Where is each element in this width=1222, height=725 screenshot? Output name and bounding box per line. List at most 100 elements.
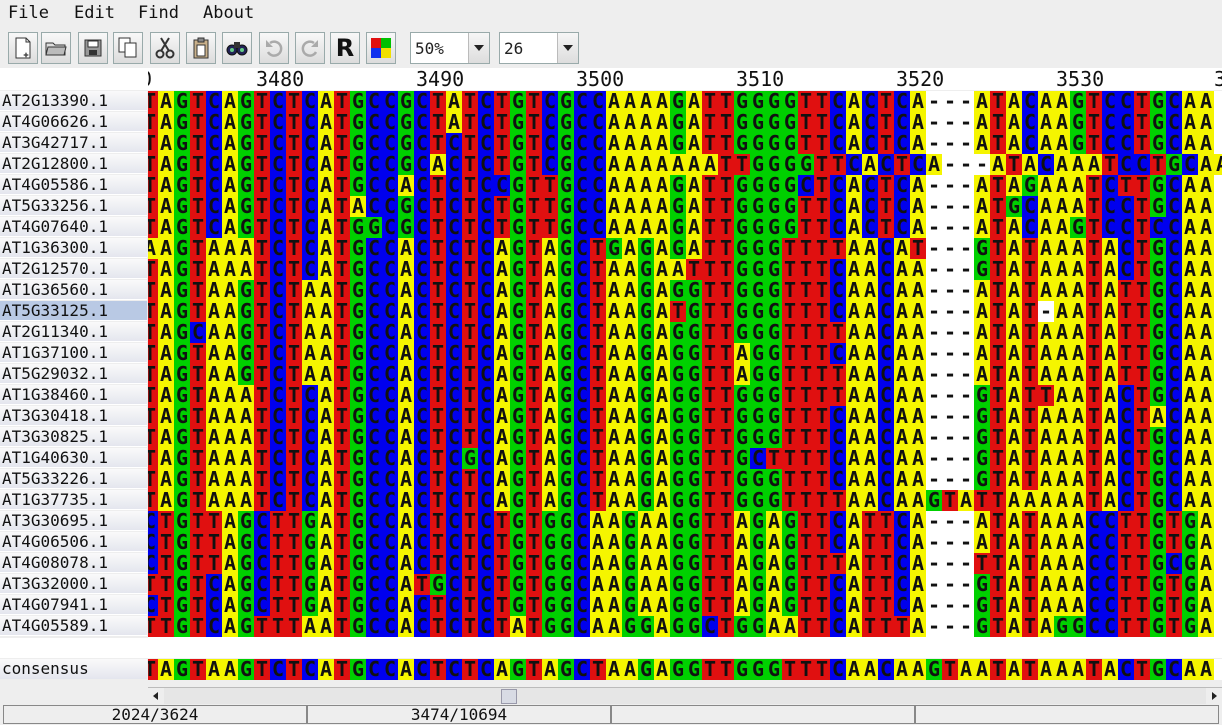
nucleotide-cell[interactable]: T — [526, 301, 542, 322]
nucleotide-cell[interactable]: T — [334, 301, 350, 322]
nucleotide-cell[interactable]: T — [782, 469, 798, 490]
nucleotide-cell[interactable]: A — [590, 595, 606, 616]
nucleotide-cell[interactable]: C — [1118, 490, 1134, 511]
nucleotide-cell[interactable]: T — [190, 301, 206, 322]
nucleotide-cell[interactable]: T — [782, 301, 798, 322]
nucleotide-cell[interactable]: C — [478, 175, 494, 196]
nucleotide-cell[interactable]: C — [382, 595, 398, 616]
nucleotide-cell[interactable]: T — [990, 490, 1006, 511]
nucleotide-cell[interactable]: C — [862, 196, 878, 217]
nucleotide-cell[interactable]: G — [510, 511, 526, 532]
nucleotide-cell[interactable]: A — [846, 217, 862, 238]
nucleotide-cell[interactable]: G — [766, 280, 782, 301]
nucleotide-cell[interactable]: A — [910, 553, 926, 574]
nucleotide-cell[interactable]: A — [910, 175, 926, 196]
nucleotide-cell[interactable]: T — [702, 259, 718, 280]
nucleotide-cell[interactable]: - — [926, 133, 942, 154]
nucleotide-cell[interactable]: G — [734, 259, 750, 280]
nucleotide-cell[interactable]: G — [1150, 322, 1166, 343]
nucleotide-cell[interactable]: A — [1054, 490, 1070, 511]
nucleotide-cell[interactable]: A — [974, 175, 990, 196]
nucleotide-cell[interactable]: T — [590, 238, 606, 259]
nucleotide-cell[interactable]: A — [158, 196, 174, 217]
nucleotide-cell[interactable]: C — [414, 406, 430, 427]
nucleotide-cell[interactable]: T — [286, 322, 302, 343]
nucleotide-cell[interactable]: G — [686, 469, 702, 490]
sequence-name[interactable]: AT1G38460.1 — [0, 385, 147, 405]
nucleotide-cell[interactable]: A — [1182, 112, 1198, 133]
nucleotide-cell[interactable]: G — [350, 91, 366, 112]
nucleotide-cell[interactable]: A — [158, 659, 174, 680]
nucleotide-cell[interactable]: T — [286, 469, 302, 490]
nucleotide-cell[interactable]: C — [478, 490, 494, 511]
nucleotide-cell[interactable]: A — [222, 91, 238, 112]
nucleotide-cell[interactable]: A — [654, 532, 670, 553]
nucleotide-cell[interactable]: T — [1022, 385, 1038, 406]
nucleotide-cell[interactable]: G — [350, 133, 366, 154]
nucleotide-cell[interactable]: C — [382, 343, 398, 364]
nucleotide-cell[interactable]: T — [526, 322, 542, 343]
nucleotide-cell[interactable]: A — [654, 217, 670, 238]
nucleotide-cell[interactable]: T — [990, 385, 1006, 406]
nucleotide-cell[interactable]: G — [638, 385, 654, 406]
nucleotide-cell[interactable]: G — [558, 154, 574, 175]
nucleotide-cell[interactable]: G — [750, 469, 766, 490]
nucleotide-cell[interactable]: A — [606, 532, 622, 553]
nucleotide-cell[interactable]: C — [148, 595, 158, 616]
sequence-name[interactable]: AT5G33256.1 — [0, 196, 147, 216]
nucleotide-cell[interactable]: T — [718, 490, 734, 511]
nucleotide-cell[interactable]: T — [1118, 322, 1134, 343]
nucleotide-cell[interactable]: G — [1150, 133, 1166, 154]
nucleotide-cell[interactable]: G — [638, 259, 654, 280]
nucleotide-cell[interactable]: A — [1102, 385, 1118, 406]
nucleotide-cell[interactable]: A — [926, 154, 942, 175]
nucleotide-cell[interactable]: - — [942, 364, 958, 385]
nucleotide-cell[interactable]: C — [1102, 532, 1118, 553]
nucleotide-cell[interactable]: A — [1038, 91, 1054, 112]
nucleotide-cell[interactable]: A — [1070, 532, 1086, 553]
sequence-name[interactable]: AT5G33125.1 — [0, 301, 147, 321]
nucleotide-cell[interactable]: T — [990, 406, 1006, 427]
nucleotide-cell[interactable]: T — [254, 175, 270, 196]
nucleotide-cell[interactable]: G — [510, 469, 526, 490]
nucleotide-cell[interactable]: T — [148, 175, 158, 196]
nucleotide-cell[interactable]: C — [270, 217, 286, 238]
nucleotide-cell[interactable]: G — [174, 448, 190, 469]
nucleotide-cell[interactable]: - — [926, 91, 942, 112]
nucleotide-cell[interactable]: A — [638, 574, 654, 595]
nucleotide-cell[interactable]: A — [862, 322, 878, 343]
nucleotide-cell[interactable]: G — [766, 322, 782, 343]
nucleotide-cell[interactable]: C — [878, 406, 894, 427]
nucleotide-cell[interactable]: A — [1054, 469, 1070, 490]
nucleotide-cell[interactable]: A — [222, 616, 238, 637]
nucleotide-cell[interactable]: A — [1102, 259, 1118, 280]
nucleotide-cell[interactable]: A — [846, 364, 862, 385]
nucleotide-cell[interactable]: G — [782, 595, 798, 616]
nucleotide-cell[interactable]: T — [830, 238, 846, 259]
nucleotide-cell[interactable]: A — [1182, 91, 1198, 112]
nucleotide-cell[interactable]: G — [398, 154, 414, 175]
nucleotide-cell[interactable]: A — [158, 406, 174, 427]
nucleotide-cell[interactable]: G — [350, 595, 366, 616]
nucleotide-cell[interactable]: A — [654, 112, 670, 133]
nucleotide-cell[interactable]: G — [350, 553, 366, 574]
nucleotide-cell[interactable]: G — [174, 301, 190, 322]
nucleotide-cell[interactable]: C — [254, 574, 270, 595]
nucleotide-cell[interactable]: A — [1070, 553, 1086, 574]
nucleotide-cell[interactable]: T — [254, 280, 270, 301]
nucleotide-cell[interactable]: - — [958, 133, 974, 154]
nucleotide-cell[interactable]: C — [830, 343, 846, 364]
nucleotide-cell[interactable]: T — [148, 259, 158, 280]
nucleotide-cell[interactable]: C — [574, 574, 590, 595]
nucleotide-cell[interactable]: G — [1070, 112, 1086, 133]
nucleotide-cell[interactable]: T — [942, 490, 958, 511]
nucleotide-cell[interactable]: C — [478, 259, 494, 280]
alignment-view[interactable]: TAGTCAGTCTCATGCCGCTATCTGTCGCCAAAAGATTGGG… — [148, 91, 1222, 638]
nucleotide-cell[interactable]: C — [206, 196, 222, 217]
nucleotide-cell[interactable]: T — [286, 532, 302, 553]
nucleotide-cell[interactable]: T — [1022, 574, 1038, 595]
nucleotide-cell[interactable]: T — [334, 112, 350, 133]
nucleotide-cell[interactable]: T — [494, 112, 510, 133]
nucleotide-cell[interactable]: T — [830, 553, 846, 574]
nucleotide-cell[interactable]: T — [334, 574, 350, 595]
